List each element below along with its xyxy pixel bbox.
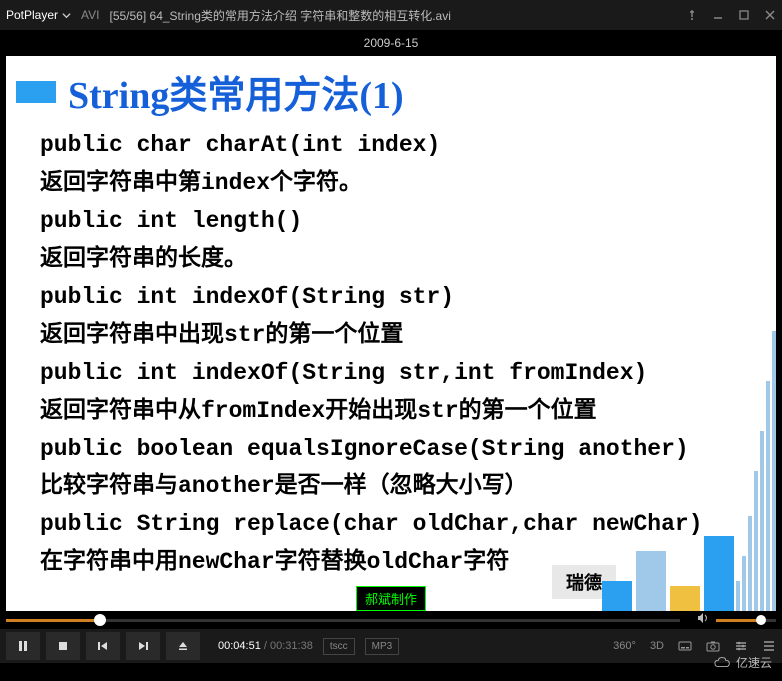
video-area[interactable]: String类常用方法(1) public char charAt(int in… <box>6 56 776 611</box>
previous-button[interactable] <box>86 632 120 660</box>
seek-knob[interactable] <box>94 614 106 626</box>
controls-row: 00:04:51 / 00:31:38 tscc MP3 360° 3D <box>0 629 782 663</box>
maximize-icon[interactable] <box>738 9 750 21</box>
file-title: [55/56] 64_String类的常用方法介绍 字符串和整数的相互转化.av… <box>109 7 676 24</box>
watermark-label: 亿速云 <box>736 654 772 671</box>
slide-line: public int length() <box>40 203 742 241</box>
stop-button[interactable] <box>46 632 80 660</box>
playlist-icon[interactable] <box>762 639 776 653</box>
close-icon[interactable] <box>764 9 776 21</box>
slide-title-row: String类常用方法(1) <box>6 56 776 123</box>
window-controls <box>686 9 776 21</box>
volume-fill <box>716 619 761 622</box>
author-label: 郝斌制作 <box>356 586 426 611</box>
360-button[interactable]: 360° <box>613 640 636 652</box>
duration: 00:31:38 <box>270 640 313 652</box>
format-label: AVI <box>81 8 99 22</box>
pause-button[interactable] <box>6 632 40 660</box>
subtitle-icon[interactable] <box>678 639 692 653</box>
volume-knob[interactable] <box>756 615 766 625</box>
cloud-icon <box>714 656 732 670</box>
current-time: 00:04:51 <box>218 640 261 652</box>
next-button[interactable] <box>126 632 160 660</box>
decoration-blocks <box>602 331 776 611</box>
time-display: 00:04:51 / 00:31:38 <box>218 640 313 652</box>
slide-title: String类常用方法(1) <box>68 64 404 119</box>
minimize-icon[interactable] <box>712 9 724 21</box>
app-menu-button[interactable]: PotPlayer <box>6 8 71 22</box>
slide-line: 返回字符串中第index个字符。 <box>40 165 742 203</box>
watermark: 亿速云 <box>714 654 772 671</box>
title-bar-icon <box>16 81 56 103</box>
video-codec-badge[interactable]: tscc <box>323 638 355 655</box>
progress-row <box>0 611 782 629</box>
3d-button[interactable]: 3D <box>650 640 664 652</box>
seek-fill <box>6 619 100 622</box>
chevron-down-icon <box>62 11 71 20</box>
speaker-icon[interactable] <box>696 611 710 630</box>
volume-bar[interactable] <box>716 619 776 622</box>
date-label: 2009-6-15 <box>0 30 782 56</box>
settings-icon[interactable] <box>734 639 748 653</box>
slide-line: public int indexOf(String str) <box>40 279 742 317</box>
pin-icon[interactable] <box>686 9 698 21</box>
capture-icon[interactable] <box>706 639 720 653</box>
volume-area <box>696 611 776 630</box>
audio-codec-badge[interactable]: MP3 <box>365 638 400 655</box>
app-name-label: PotPlayer <box>6 8 58 22</box>
seek-bar[interactable] <box>6 619 680 622</box>
right-controls: 360° 3D <box>613 639 776 653</box>
titlebar: PotPlayer AVI [55/56] 64_String类的常用方法介绍 … <box>0 0 782 30</box>
eject-button[interactable] <box>166 632 200 660</box>
slide-line: 返回字符串的长度。 <box>40 241 742 279</box>
slide-line: public char charAt(int index) <box>40 127 742 165</box>
